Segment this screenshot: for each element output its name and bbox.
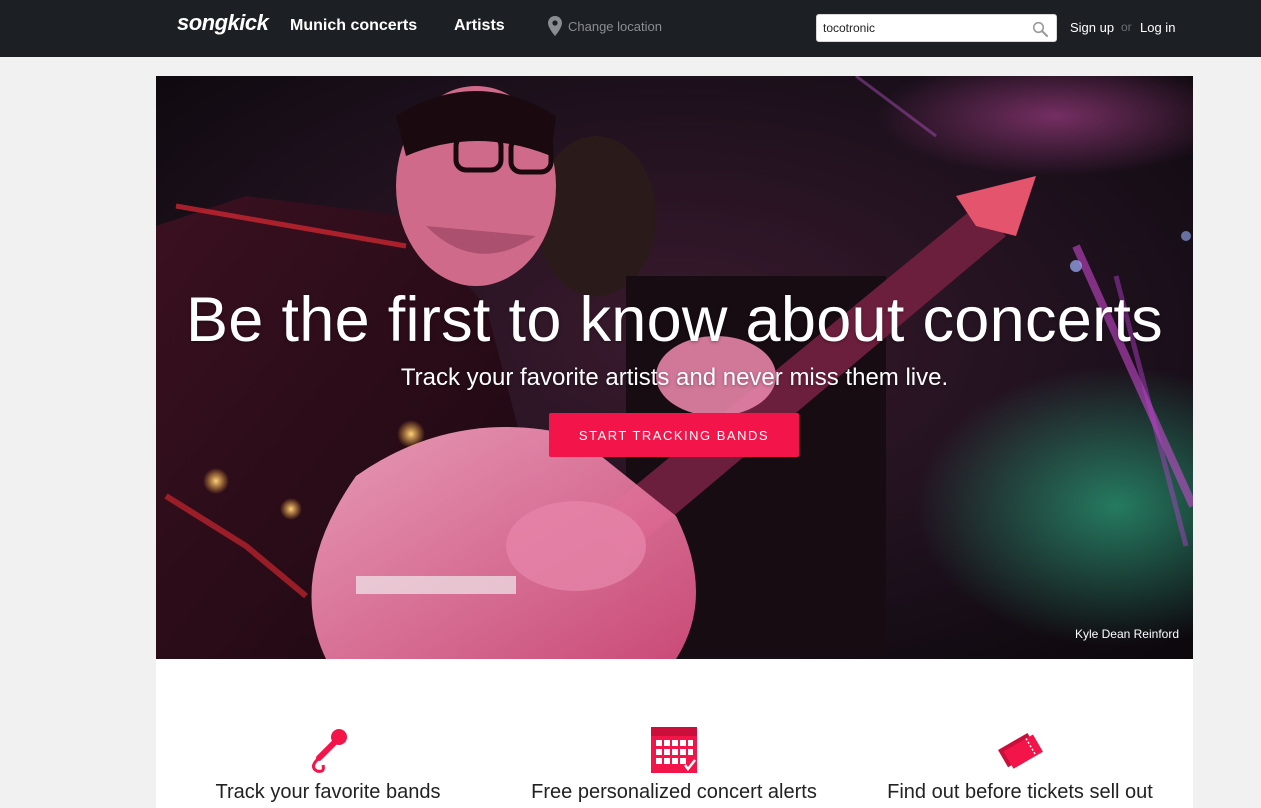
feature-concert-alerts: Free personalized concert alerts bbox=[504, 725, 844, 804]
hero-headline: Be the first to know about concerts bbox=[185, 285, 1163, 355]
change-location-link[interactable]: Change location bbox=[548, 16, 662, 36]
hero-banner: Be the first to know about concerts Trac… bbox=[156, 76, 1193, 659]
feature-track-bands: Track your favorite bands bbox=[158, 725, 498, 804]
search-icon[interactable] bbox=[1032, 21, 1048, 37]
features-section: Track your favorite bands Free personali… bbox=[156, 659, 1193, 808]
songkick-logo[interactable]: songkick bbox=[177, 10, 269, 36]
nav-artists[interactable]: Artists bbox=[454, 17, 505, 35]
feature-label: Find out before tickets sell out bbox=[887, 781, 1153, 803]
hero-subheadline: Track your favorite artists and never mi… bbox=[400, 364, 949, 391]
log-in-link[interactable]: Log in bbox=[1140, 20, 1175, 35]
or-separator: or bbox=[1121, 20, 1132, 34]
search-input[interactable] bbox=[823, 18, 1023, 38]
feature-label: Track your favorite bands bbox=[215, 781, 441, 803]
feature-label: Free personalized concert alerts bbox=[531, 781, 817, 803]
search-box bbox=[816, 14, 1057, 42]
tickets-icon bbox=[998, 732, 1043, 769]
start-tracking-bands-button[interactable]: START TRACKING BANDS bbox=[549, 413, 799, 457]
sign-up-link[interactable]: Sign up bbox=[1070, 20, 1114, 35]
location-pin-icon bbox=[548, 16, 562, 36]
calendar-icon bbox=[651, 727, 697, 773]
change-location-label: Change location bbox=[568, 18, 662, 34]
feature-tickets: Find out before tickets sell out bbox=[850, 725, 1190, 804]
microphone-icon bbox=[312, 729, 347, 773]
top-navigation-bar: songkick Munich concerts Artists Change … bbox=[0, 0, 1261, 57]
nav-munich-concerts[interactable]: Munich concerts bbox=[290, 17, 417, 35]
photo-credit: Kyle Dean Reinford bbox=[1074, 627, 1179, 641]
